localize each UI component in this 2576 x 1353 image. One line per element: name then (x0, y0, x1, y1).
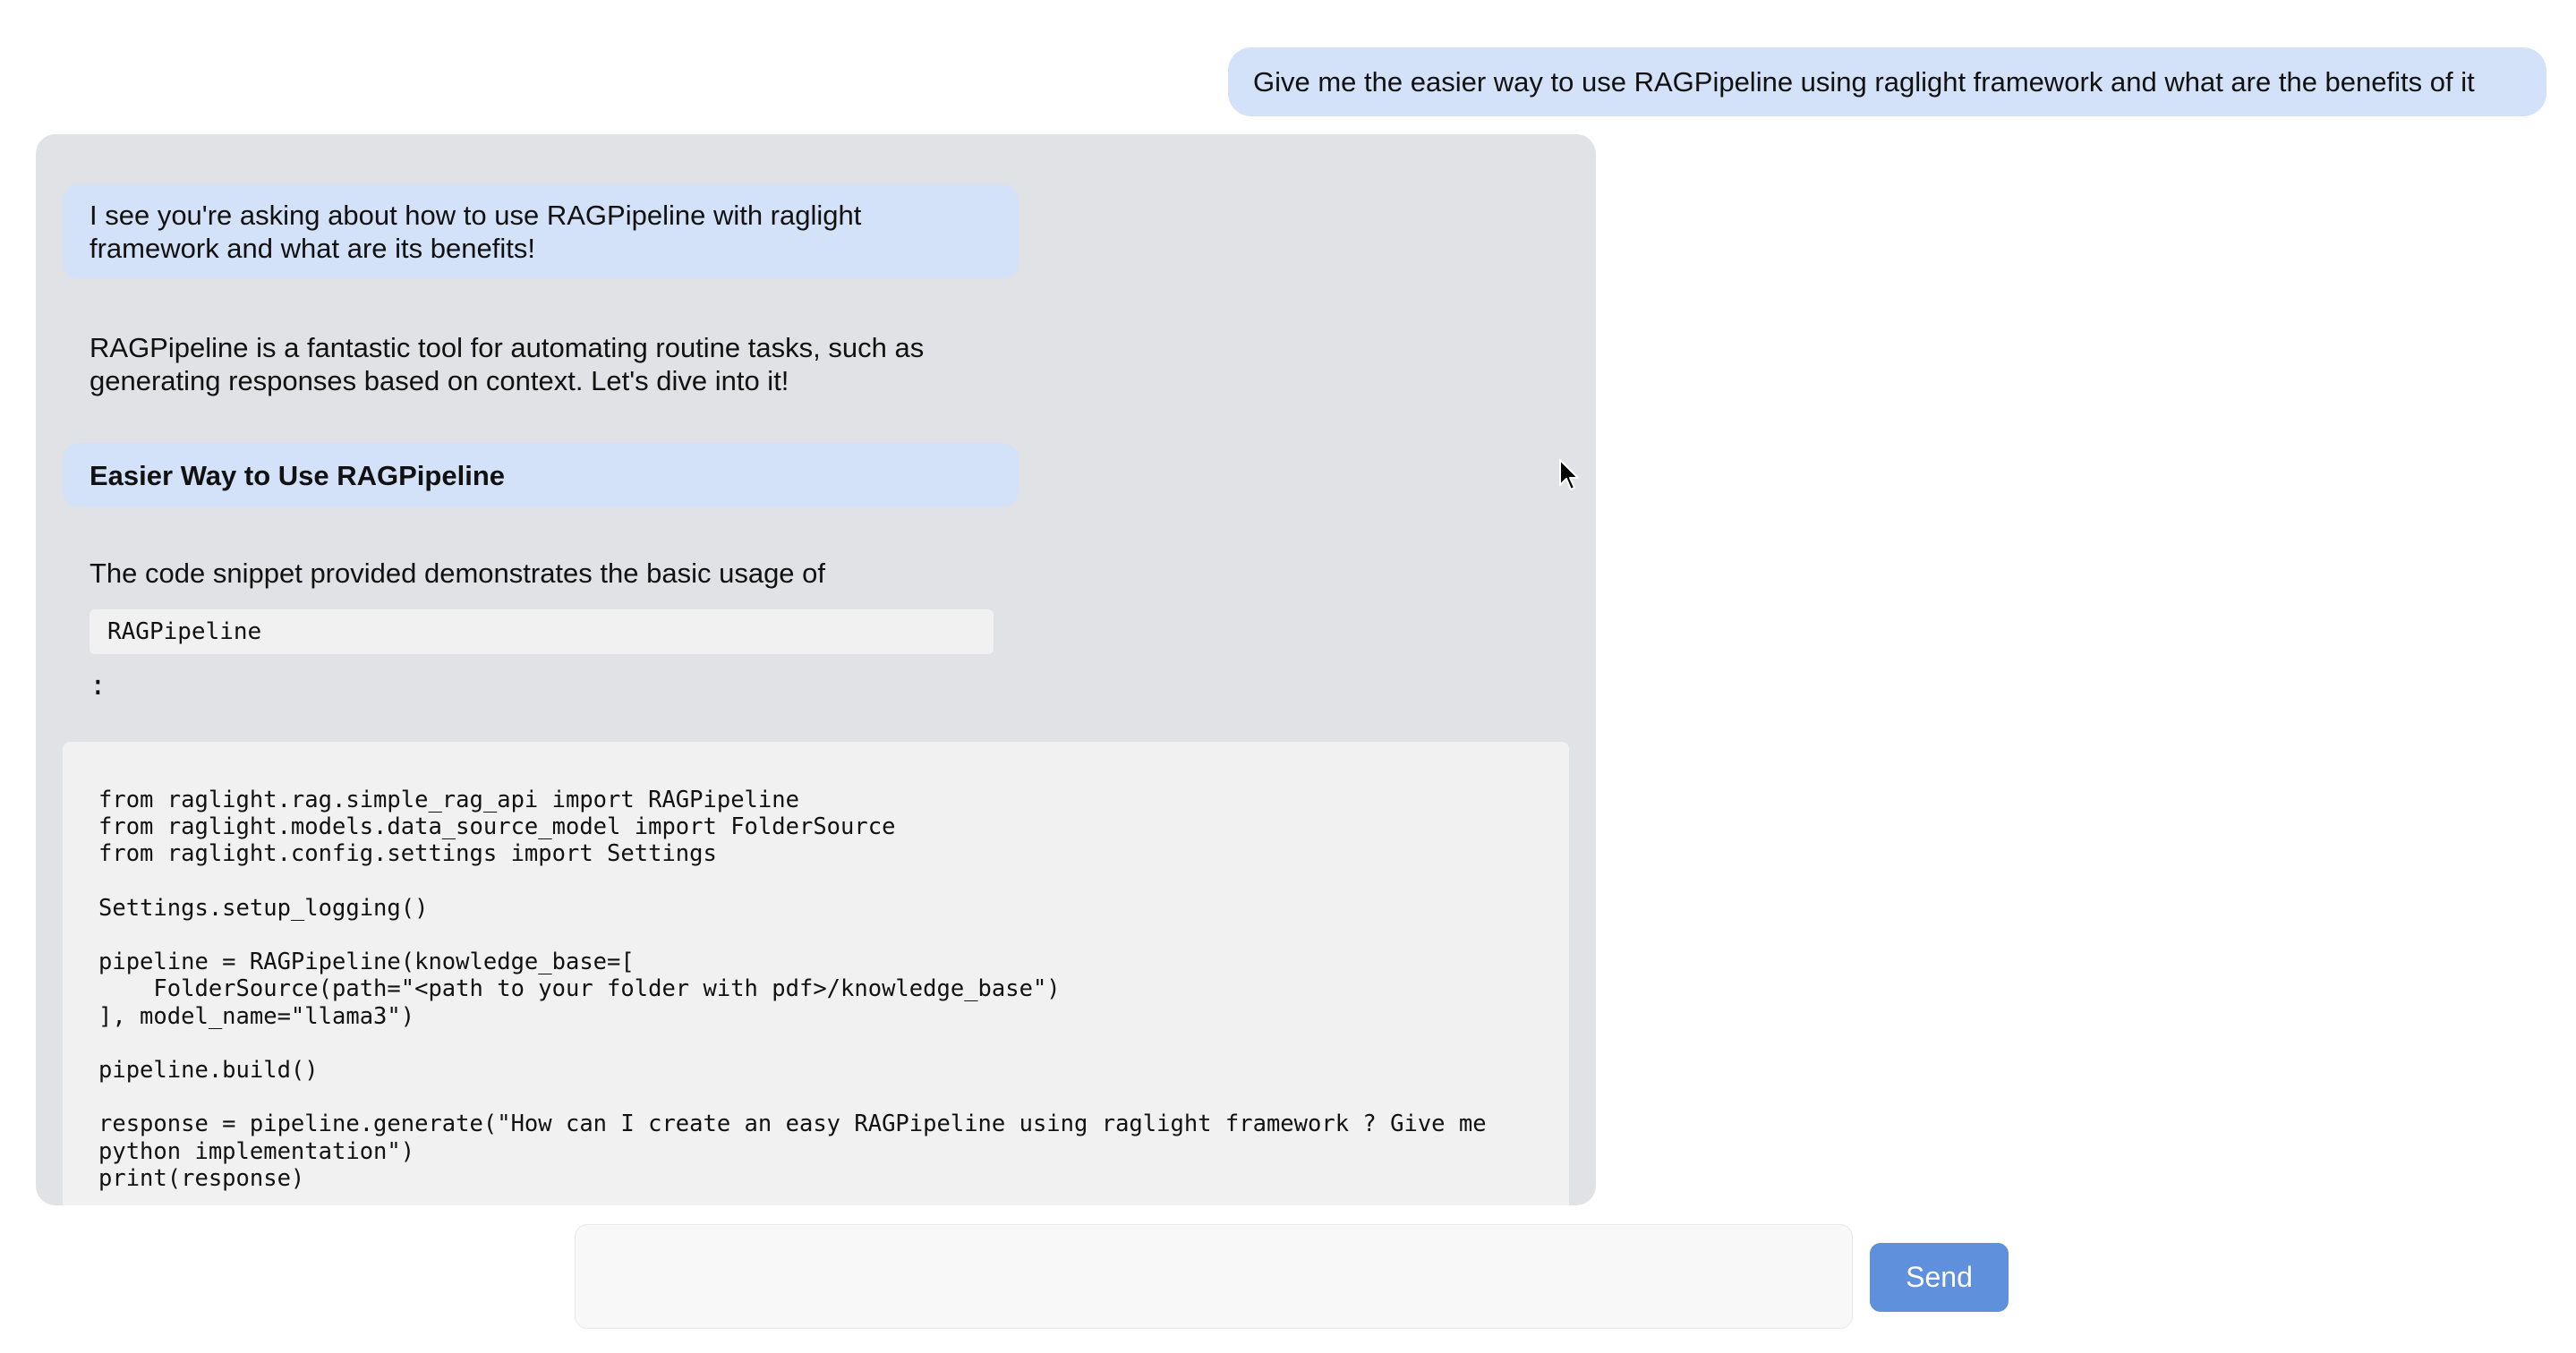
chat-page: Give me the easier way to use RAGPipelin… (0, 0, 2576, 1353)
code-block: from raglight.rag.simple_rag_api import … (63, 742, 1569, 1205)
bot-description: RAGPipeline is a fantastic tool for auto… (90, 332, 925, 396)
colon-text: : (90, 669, 107, 702)
mouse-pointer-icon (1559, 459, 1579, 490)
send-button[interactable]: Send (1870, 1243, 2009, 1312)
bot-response-content: I see you're asking about how to use RAG… (36, 134, 1596, 1205)
bot-response-panel[interactable]: I see you're asking about how to use RAG… (36, 134, 1596, 1205)
message-input[interactable] (575, 1224, 1853, 1329)
bot-intro-text: I see you're asking about how to use RAG… (90, 200, 862, 264)
inline-code: RAGPipeline (90, 609, 994, 654)
section-heading: Easier Way to Use RAGPipeline (63, 443, 1019, 507)
snippet-intro: The code snippet provided demonstrates t… (90, 557, 826, 589)
user-message-text: Give me the easier way to use RAGPipelin… (1253, 65, 2475, 98)
section-heading-text: Easier Way to Use RAGPipeline (90, 459, 506, 491)
user-message-bubble: Give me the easier way to use RAGPipelin… (1228, 47, 2546, 116)
bot-intro-bubble: I see you're asking about how to use RAG… (63, 184, 1019, 279)
code-content: from raglight.rag.simple_rag_api import … (98, 787, 1487, 1192)
